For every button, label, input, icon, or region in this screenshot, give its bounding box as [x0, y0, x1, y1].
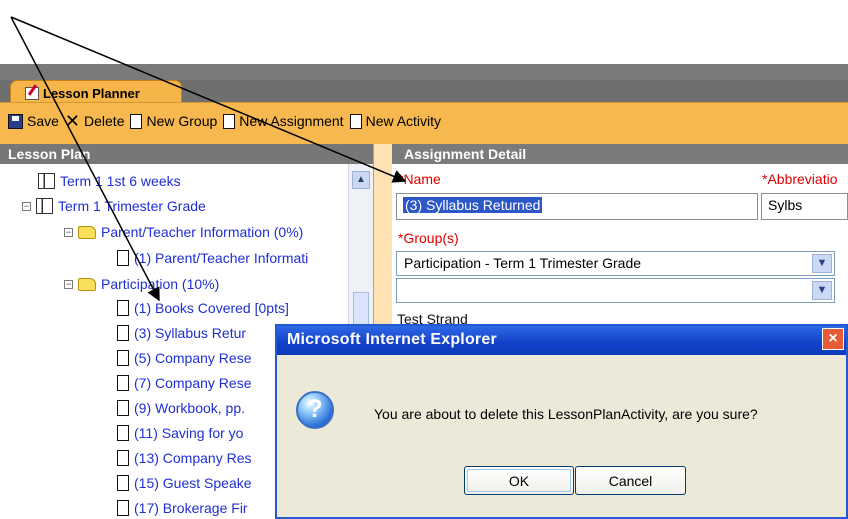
new-group-label: New Group [146, 113, 218, 129]
document-icon [117, 300, 129, 316]
save-button[interactable]: Save [8, 113, 59, 129]
tree-item-company-research-7[interactable]: (7) Company Rese [117, 372, 252, 394]
dropdown-arrow-icon[interactable]: ▼ [812, 254, 832, 273]
term-icon [36, 198, 53, 214]
question-icon: ? [296, 391, 334, 429]
tree-item-parent-teacher-group[interactable]: − Parent/Teacher Information (0%) [64, 221, 303, 243]
tree-item-term-1-1st-6-weeks[interactable]: Term 1 1st 6 weeks [38, 170, 181, 192]
tree-item-brokerage-firm[interactable]: (17) Brokerage Fir [117, 497, 248, 519]
document-icon [117, 500, 129, 516]
tree-item-books-covered[interactable]: (1) Books Covered [0pts] [117, 297, 289, 319]
group-select-1[interactable]: Participation - Term 1 Trimester Grade ▼ [396, 251, 835, 276]
tree-item-guest-speaker[interactable]: (15) Guest Speake [117, 472, 252, 494]
document-icon [117, 400, 129, 416]
tree-item-company-research-13[interactable]: (13) Company Res [117, 447, 252, 469]
document-icon [117, 450, 129, 466]
document-icon [117, 250, 129, 266]
term-icon [38, 173, 55, 189]
dialog-message: You are about to delete this LessonPlanA… [374, 406, 758, 422]
collapse-icon[interactable]: − [64, 279, 73, 289]
save-label: Save [27, 113, 59, 129]
tab-lesson-planner[interactable]: Lesson Planner [10, 80, 182, 102]
assignment-detail-header: Assignment Detail [392, 144, 848, 164]
lesson-plan-header: Lesson Plan [0, 144, 373, 164]
tree-item-participation[interactable]: − Participation (10%) [64, 273, 219, 295]
new-assignment-button[interactable]: New Assignment [223, 113, 344, 129]
tab-label: Lesson Planner [43, 86, 140, 101]
tree-item-syllabus-returned[interactable]: (3) Syllabus Retur [117, 322, 246, 344]
collapse-icon[interactable]: − [22, 201, 31, 211]
scroll-thumb[interactable] [353, 292, 369, 328]
abbreviation-input[interactable]: Sylbs [761, 193, 848, 220]
new-activity-button[interactable]: New Activity [349, 113, 442, 129]
scroll-up-arrow-icon[interactable]: ▲ [352, 171, 370, 189]
tab-strip: Lesson Planner [0, 80, 848, 102]
name-input[interactable]: (3) Syllabus Returned [396, 193, 758, 220]
close-icon[interactable]: × [822, 328, 844, 350]
folder-icon [78, 225, 96, 239]
group-select-2[interactable]: ▼ [396, 278, 835, 303]
delete-button[interactable]: ✕ Delete [64, 111, 125, 131]
document-icon [117, 325, 129, 341]
abbreviation-value: Sylbs [768, 197, 803, 213]
tree-item-saving[interactable]: (11) Saving for yo [117, 422, 243, 444]
new-activity-label: New Activity [365, 113, 442, 129]
tree-item-company-research-5[interactable]: (5) Company Rese [117, 347, 252, 369]
ok-button[interactable]: OK [464, 466, 574, 495]
top-banner [0, 64, 848, 80]
document-icon [117, 350, 129, 366]
document-icon [117, 375, 129, 391]
lesson-planner-icon [25, 87, 39, 100]
new-group-button[interactable]: New Group [130, 113, 217, 129]
tree-item-term-1-trimester-grade[interactable]: − Term 1 Trimester Grade [22, 195, 206, 217]
document-icon [117, 475, 129, 491]
collapse-icon[interactable]: − [64, 227, 73, 237]
cancel-button[interactable]: Cancel [575, 466, 686, 495]
save-icon [8, 113, 23, 129]
tree-item-workbook[interactable]: (9) Workbook, pp. [117, 397, 245, 419]
delete-confirmation-dialog: Microsoft Internet Explorer × ? You are … [275, 324, 848, 519]
new-assignment-label: New Assignment [239, 113, 344, 129]
folder-icon [78, 277, 96, 291]
groups-label: *Group(s) [398, 230, 459, 246]
dropdown-arrow-icon[interactable]: ▼ [812, 281, 832, 300]
delete-label: Delete [84, 113, 125, 129]
dialog-title: Microsoft Internet Explorer [277, 326, 846, 355]
abbreviation-label: *Abbreviatio [762, 171, 838, 187]
tree-item-parent-teacher-info[interactable]: (1) Parent/Teacher Informati [117, 247, 308, 269]
delete-icon: ✕ [64, 111, 81, 131]
new-assignment-icon [223, 113, 236, 129]
new-group-icon [130, 113, 143, 129]
document-icon [117, 425, 129, 441]
toolbar: Save ✕ Delete New Group New Assignment N… [0, 102, 848, 144]
name-value: (3) Syllabus Returned [403, 197, 543, 213]
group-select-1-value: Participation - Term 1 Trimester Grade [404, 255, 642, 271]
name-label: *Name [398, 171, 441, 187]
new-activity-icon [349, 113, 362, 129]
